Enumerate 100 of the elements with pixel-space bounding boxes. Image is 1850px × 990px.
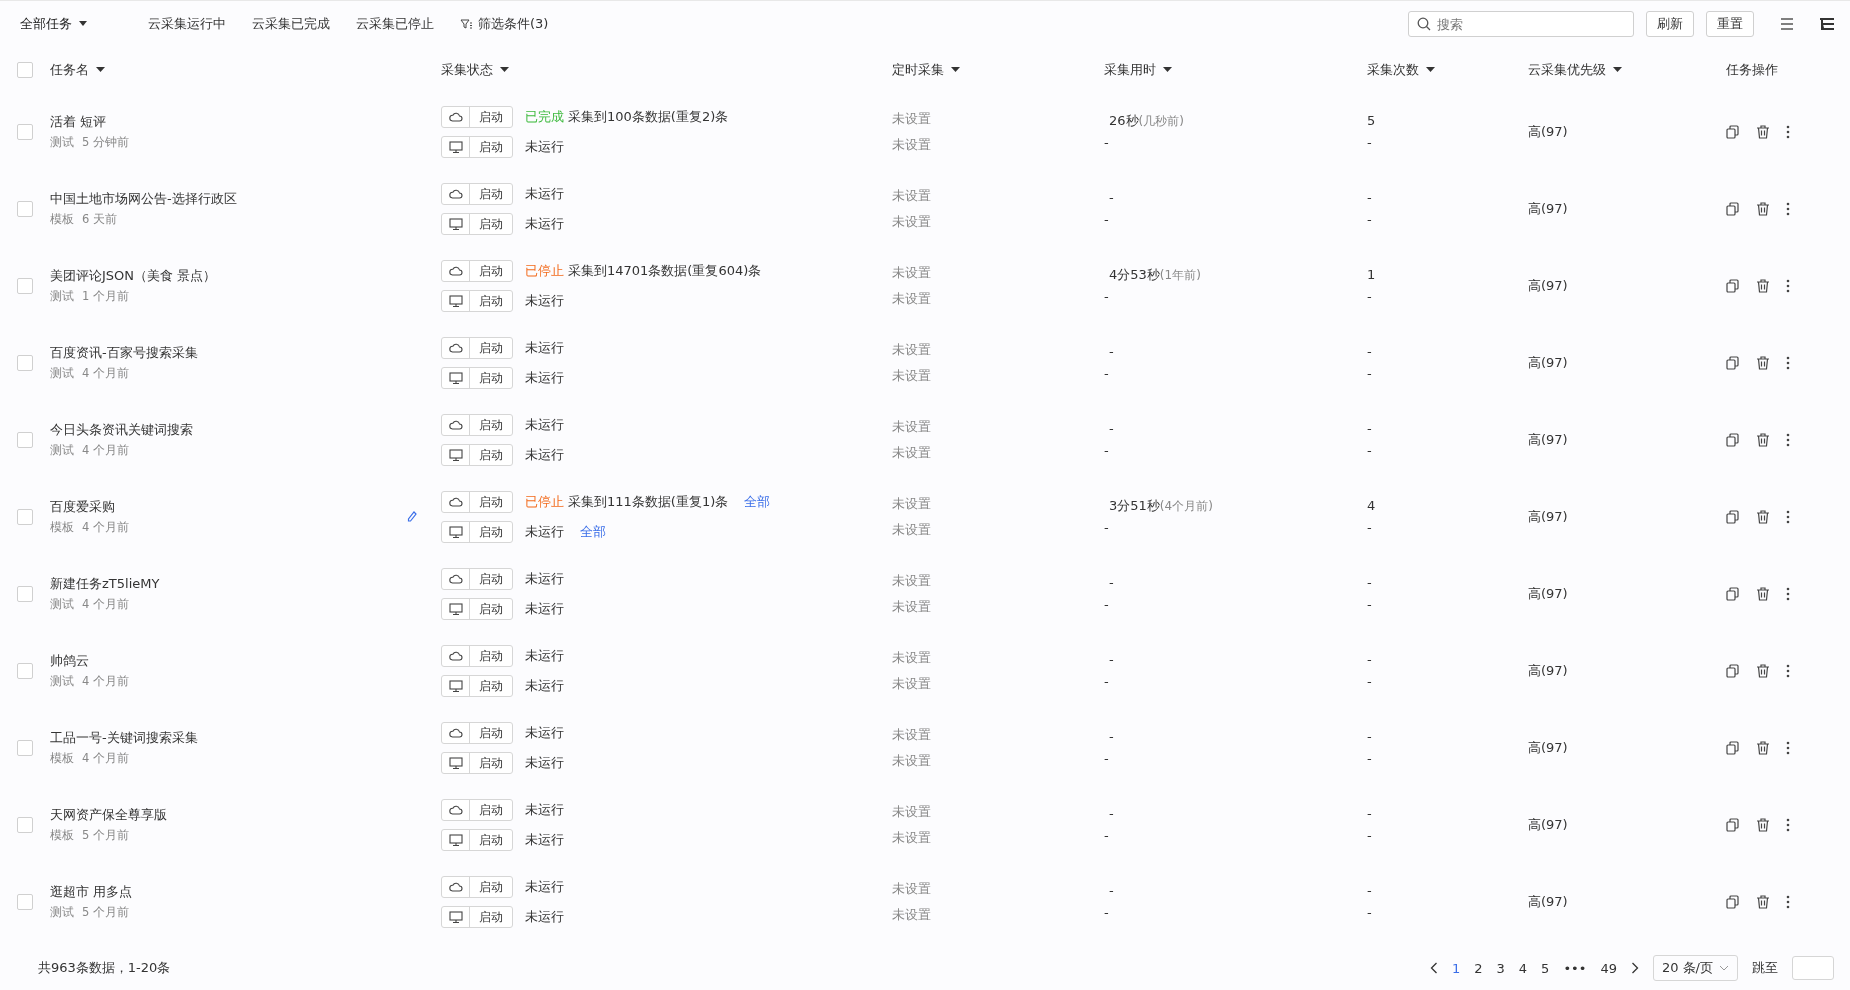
- copy-icon[interactable]: [1726, 509, 1740, 524]
- delete-icon[interactable]: [1756, 278, 1770, 293]
- task-name[interactable]: 百度资讯-百家号搜索采集: [50, 344, 198, 362]
- search-field[interactable]: 搜索: [1408, 11, 1634, 37]
- local-start-button[interactable]: 启动: [441, 597, 513, 620]
- more-icon[interactable]: [1786, 663, 1790, 678]
- copy-icon[interactable]: [1726, 586, 1740, 601]
- delete-icon[interactable]: [1756, 817, 1770, 832]
- column-header[interactable]: 定时采集: [892, 61, 944, 79]
- copy-icon[interactable]: [1726, 663, 1740, 678]
- cloud-start-button[interactable]: 启动: [441, 490, 513, 513]
- more-icon[interactable]: [1786, 124, 1790, 139]
- delete-icon[interactable]: [1756, 201, 1770, 216]
- copy-icon[interactable]: [1726, 201, 1740, 216]
- local-start-button[interactable]: 启动: [441, 135, 513, 158]
- cloud-start-button[interactable]: 启动: [441, 721, 513, 744]
- task-name[interactable]: 天网资产保全尊享版: [50, 806, 167, 824]
- cloud-start-button[interactable]: 启动: [441, 875, 513, 898]
- delete-icon[interactable]: [1756, 894, 1770, 909]
- local-start-button[interactable]: 启动: [441, 289, 513, 312]
- task-name[interactable]: 帅鸽云: [50, 652, 129, 670]
- row-checkbox[interactable]: [17, 277, 33, 294]
- local-start-button[interactable]: 启动: [441, 520, 513, 543]
- more-icon[interactable]: [1786, 817, 1790, 832]
- row-checkbox[interactable]: [17, 431, 33, 448]
- column-header[interactable]: 任务名: [50, 61, 89, 79]
- task-name[interactable]: 活着 短评: [50, 113, 129, 131]
- local-start-button[interactable]: 启动: [441, 212, 513, 235]
- sort-caret-icon[interactable]: [96, 67, 105, 73]
- cloud-start-button[interactable]: 启动: [441, 798, 513, 821]
- pencil-icon[interactable]: [407, 510, 417, 523]
- task-name[interactable]: 中国土地市场网公告-选择行政区: [50, 190, 237, 208]
- delete-icon[interactable]: [1756, 509, 1770, 524]
- row-checkbox[interactable]: [17, 816, 33, 833]
- more-icon[interactable]: [1786, 586, 1790, 601]
- task-name[interactable]: 新建任务zT5lieMY: [50, 575, 160, 593]
- more-icon[interactable]: [1786, 355, 1790, 370]
- task-name[interactable]: 工品一号-关键词搜索采集: [50, 729, 198, 747]
- filter-tab[interactable]: 云采集已完成: [242, 11, 340, 37]
- task-name[interactable]: 美团评论JSON（美食 景点）: [50, 267, 217, 285]
- delete-icon[interactable]: [1756, 432, 1770, 447]
- copy-icon[interactable]: [1726, 894, 1740, 909]
- copy-icon[interactable]: [1726, 817, 1740, 832]
- row-checkbox[interactable]: [17, 662, 33, 679]
- view-all-link[interactable]: 全部: [744, 492, 771, 511]
- sort-caret-icon[interactable]: [951, 67, 960, 73]
- more-icon[interactable]: [1786, 509, 1790, 524]
- cloud-start-button[interactable]: 启动: [441, 644, 513, 667]
- cloud-start-button[interactable]: 启动: [441, 413, 513, 436]
- copy-icon[interactable]: [1726, 278, 1740, 293]
- delete-icon[interactable]: [1756, 586, 1770, 601]
- filter-tab[interactable]: 云采集已停止: [346, 11, 444, 37]
- sort-caret-icon[interactable]: [1613, 67, 1622, 73]
- row-checkbox[interactable]: [17, 893, 33, 910]
- select-all-checkbox[interactable]: [17, 62, 33, 78]
- column-header[interactable]: 采集状态: [441, 61, 493, 79]
- cloud-start-button[interactable]: 启动: [441, 259, 513, 282]
- task-name[interactable]: 今日头条资讯关键词搜索: [50, 421, 193, 439]
- column-header[interactable]: 云采集优先级: [1528, 61, 1606, 79]
- copy-icon[interactable]: [1726, 355, 1740, 370]
- page-link[interactable]: 1: [1451, 960, 1461, 976]
- local-start-button[interactable]: 启动: [441, 674, 513, 697]
- page-link[interactable]: •••: [1563, 960, 1587, 976]
- row-checkbox[interactable]: [17, 585, 33, 602]
- task-name[interactable]: 逛超市 用多点: [50, 883, 133, 901]
- filter-tab[interactable]: 云采集运行中: [138, 11, 236, 37]
- sort-caret-icon[interactable]: [1163, 67, 1172, 73]
- column-header[interactable]: 采集用时: [1104, 61, 1156, 79]
- more-icon[interactable]: [1786, 201, 1790, 216]
- copy-icon[interactable]: [1726, 740, 1740, 755]
- cloud-start-button[interactable]: 启动: [441, 105, 513, 128]
- copy-icon[interactable]: [1726, 124, 1740, 139]
- row-checkbox[interactable]: [17, 354, 33, 371]
- cloud-start-button[interactable]: 启动: [441, 182, 513, 205]
- copy-icon[interactable]: [1726, 432, 1740, 447]
- previous-page-icon[interactable]: [1429, 962, 1438, 974]
- cloud-start-button[interactable]: 启动: [441, 336, 513, 359]
- column-header[interactable]: 采集次数: [1367, 61, 1419, 79]
- local-start-button[interactable]: 启动: [441, 905, 513, 928]
- more-icon[interactable]: [1786, 278, 1790, 293]
- more-icon[interactable]: [1786, 894, 1790, 909]
- row-checkbox[interactable]: [17, 200, 33, 217]
- page-link[interactable]: 49: [1600, 960, 1617, 976]
- page-size-select[interactable]: 20 条/页: [1652, 955, 1738, 981]
- local-start-button[interactable]: 启动: [441, 828, 513, 851]
- cloud-start-button[interactable]: 启动: [441, 567, 513, 590]
- delete-icon[interactable]: [1756, 124, 1770, 139]
- view-all-link[interactable]: 全部: [580, 522, 606, 541]
- list-view-icon[interactable]: [1780, 18, 1794, 30]
- row-checkbox[interactable]: [17, 123, 33, 140]
- tree-view-icon[interactable]: [1820, 18, 1834, 30]
- filter-tab[interactable]: 筛选条件(3): [450, 11, 559, 37]
- toolbar-button[interactable]: 刷新: [1646, 11, 1694, 37]
- more-icon[interactable]: [1786, 740, 1790, 755]
- next-page-icon[interactable]: [1630, 962, 1639, 974]
- more-icon[interactable]: [1786, 432, 1790, 447]
- page-link[interactable]: 2: [1474, 960, 1483, 976]
- filter-tab[interactable]: 全部任务: [10, 11, 98, 37]
- toolbar-button[interactable]: 重置: [1706, 11, 1754, 37]
- delete-icon[interactable]: [1756, 663, 1770, 678]
